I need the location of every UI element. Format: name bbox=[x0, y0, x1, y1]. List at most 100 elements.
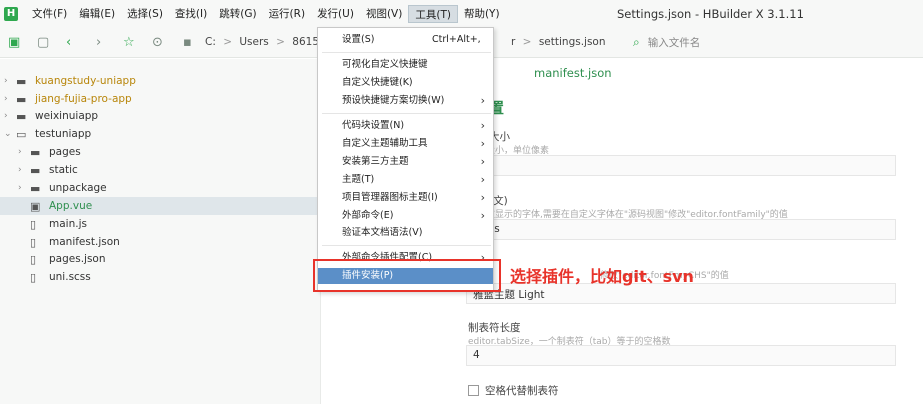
folder-icon: ▬ bbox=[30, 181, 41, 195]
menu-help[interactable]: 帮助(Y) bbox=[458, 5, 506, 23]
folder-icon: ▬ bbox=[30, 145, 41, 159]
tree-item-file[interactable]: ▯ pages.json bbox=[0, 250, 320, 268]
menu-item-validate-syntax[interactable]: 验证本文档语法(V) bbox=[318, 225, 493, 241]
menu-view[interactable]: 视图(V) bbox=[360, 5, 408, 23]
expand-arrow-icon[interactable]: › bbox=[4, 76, 16, 86]
collapse-arrow-icon[interactable]: ⌄ bbox=[4, 129, 16, 139]
breadcrumb-separator: > bbox=[223, 36, 233, 48]
menu-item-theme[interactable]: 主题(T) › bbox=[318, 172, 493, 188]
menu-item-icon-theme[interactable]: 项目管理器图标主题(I) › bbox=[318, 190, 493, 206]
tree-item-label: testuniapp bbox=[35, 128, 92, 140]
tree-item-project[interactable]: › ▬ kuangstudy-uniapp bbox=[0, 72, 320, 90]
menu-item-label: 预设快捷键方案切换(W) bbox=[342, 95, 445, 106]
menu-divider bbox=[322, 245, 491, 246]
submenu-arrow-icon: › bbox=[480, 137, 485, 150]
menu-item-external-commands[interactable]: 外部命令(E) › bbox=[318, 208, 493, 224]
menu-item-custom-keybindings[interactable]: 自定义快捷键(K) bbox=[318, 75, 493, 91]
file-icon: ▯ bbox=[30, 252, 37, 266]
tree-item-folder[interactable]: › ▬ unpackage bbox=[0, 179, 320, 197]
menu-file[interactable]: 文件(F) bbox=[26, 5, 73, 23]
menu-item-keymap-preset[interactable]: 预设快捷键方案切换(W) › bbox=[318, 93, 493, 109]
file-icon: ▯ bbox=[30, 235, 37, 249]
breadcrumb-folder[interactable]: r bbox=[511, 36, 515, 48]
folder-icon: ▬ bbox=[16, 92, 27, 106]
breadcrumb-file[interactable]: settings.json bbox=[539, 36, 606, 48]
breadcrumb-tail: r > settings.json bbox=[511, 36, 610, 48]
tree-item-file[interactable]: ▯ main.js bbox=[0, 215, 320, 233]
window-title: Settings.json - HBuilder X 3.1.11 bbox=[617, 7, 804, 21]
insert-spaces-checkbox[interactable] bbox=[468, 385, 479, 396]
menu-item-settings[interactable]: 设置(S) Ctrl+Alt+, bbox=[318, 32, 493, 48]
menu-item-label: 代码块设置(N) bbox=[342, 120, 405, 131]
menu-item-visual-keybindings[interactable]: 可视化自定义快捷键 bbox=[318, 57, 493, 73]
run-icon[interactable]: ⊙ bbox=[152, 36, 163, 49]
folder-icon: ▪ bbox=[183, 35, 192, 50]
breadcrumb-separator: > bbox=[276, 36, 285, 48]
star-icon[interactable]: ☆ bbox=[123, 36, 135, 49]
tree-item-folder[interactable]: › ▬ pages bbox=[0, 143, 320, 161]
expand-arrow-icon[interactable]: › bbox=[18, 183, 30, 193]
folder-icon: ▬ bbox=[30, 163, 41, 177]
font-size-input[interactable] bbox=[466, 155, 896, 176]
forward-arrow-icon[interactable]: › bbox=[96, 36, 101, 49]
submenu-arrow-icon: › bbox=[480, 155, 485, 168]
new-file-icon[interactable]: ▣ bbox=[8, 36, 20, 49]
menu-divider bbox=[322, 113, 491, 114]
expand-arrow-icon[interactable]: › bbox=[4, 111, 16, 121]
save-icon[interactable]: ▢ bbox=[37, 36, 49, 49]
menu-item-install-theme[interactable]: 安装第三方主题 › bbox=[318, 154, 493, 170]
font-family-input[interactable]: solas bbox=[466, 219, 896, 240]
submenu-arrow-icon: › bbox=[480, 119, 485, 132]
annotation-highlight-box bbox=[313, 259, 501, 292]
breadcrumb-drive[interactable]: C: bbox=[205, 36, 216, 48]
menu-run[interactable]: 运行(R) bbox=[263, 5, 312, 23]
tree-item-label: main.js bbox=[49, 218, 87, 230]
file-search-placeholder[interactable]: 输入文件名 bbox=[648, 35, 701, 50]
menu-publish[interactable]: 发行(U) bbox=[311, 5, 360, 23]
vue-file-icon: ▣ bbox=[30, 199, 41, 213]
breadcrumb-separator: > bbox=[522, 36, 532, 48]
editor-tab-manifest[interactable]: manifest.json bbox=[534, 66, 612, 80]
menu-item-label: 项目管理器图标主题(I) bbox=[342, 192, 438, 203]
tree-item-label: uni.scss bbox=[49, 271, 91, 283]
menu-divider bbox=[322, 52, 491, 53]
menu-item-label: 主题(T) bbox=[342, 174, 375, 185]
menu-edit[interactable]: 编辑(E) bbox=[73, 5, 121, 23]
tree-item-project[interactable]: › ▬ weixinuiapp bbox=[0, 107, 320, 125]
menu-item-snippets[interactable]: 代码块设置(N) › bbox=[318, 118, 493, 134]
tree-item-project[interactable]: › ▬ jiang-fujia-pro-app bbox=[0, 90, 320, 108]
folder-icon: ▬ bbox=[16, 109, 27, 123]
project-explorer: › ▬ kuangstudy-uniapp › ▬ jiang-fujia-pr… bbox=[0, 59, 321, 404]
tree-item-label: pages bbox=[49, 146, 81, 158]
folder-icon: ▬ bbox=[16, 74, 27, 88]
expand-arrow-icon[interactable]: › bbox=[18, 165, 30, 175]
menu-select[interactable]: 选择(S) bbox=[121, 5, 169, 23]
tree-item-file-selected[interactable]: ▣ App.vue bbox=[0, 197, 320, 215]
file-search-box[interactable]: ⌕ 输入文件名 bbox=[633, 33, 833, 52]
back-arrow-icon[interactable]: ‹ bbox=[66, 36, 71, 49]
tree-item-folder[interactable]: › ▬ static bbox=[0, 161, 320, 179]
tree-item-file[interactable]: ▯ manifest.json bbox=[0, 233, 320, 251]
open-folder-icon: ▭ bbox=[16, 127, 27, 141]
tree-item-label: unpackage bbox=[49, 182, 107, 194]
tree-item-label: static bbox=[49, 164, 78, 176]
tree-item-label: weixinuiapp bbox=[35, 110, 99, 122]
tree-item-label: pages.json bbox=[49, 253, 106, 265]
menu-find[interactable]: 查找(I) bbox=[169, 5, 213, 23]
tree-item-file[interactable]: ▯ uni.scss bbox=[0, 268, 320, 286]
menu-item-label: 设置(S) bbox=[342, 34, 375, 45]
submenu-arrow-icon: › bbox=[480, 173, 485, 186]
tab-size-input[interactable]: 4 bbox=[466, 345, 896, 366]
tree-item-label: kuangstudy-uniapp bbox=[35, 75, 136, 87]
annotation-text: 选择插件，比如git、svn bbox=[510, 267, 694, 286]
menu-item-theme-tool[interactable]: 自定义主题辅助工具 › bbox=[318, 136, 493, 152]
insert-spaces-label: 空格代替制表符 bbox=[485, 385, 559, 397]
file-search-icon: ⌕ bbox=[633, 35, 640, 49]
breadcrumb-users[interactable]: Users bbox=[239, 36, 268, 48]
insert-spaces-option[interactable]: 空格代替制表符 bbox=[468, 383, 559, 398]
menu-tools[interactable]: 工具(T) bbox=[408, 4, 458, 23]
expand-arrow-icon[interactable]: › bbox=[4, 94, 16, 104]
tree-item-project[interactable]: ⌄ ▭ testuniapp bbox=[0, 125, 320, 143]
expand-arrow-icon[interactable]: › bbox=[18, 147, 30, 157]
menu-goto[interactable]: 跳转(G) bbox=[213, 5, 262, 23]
